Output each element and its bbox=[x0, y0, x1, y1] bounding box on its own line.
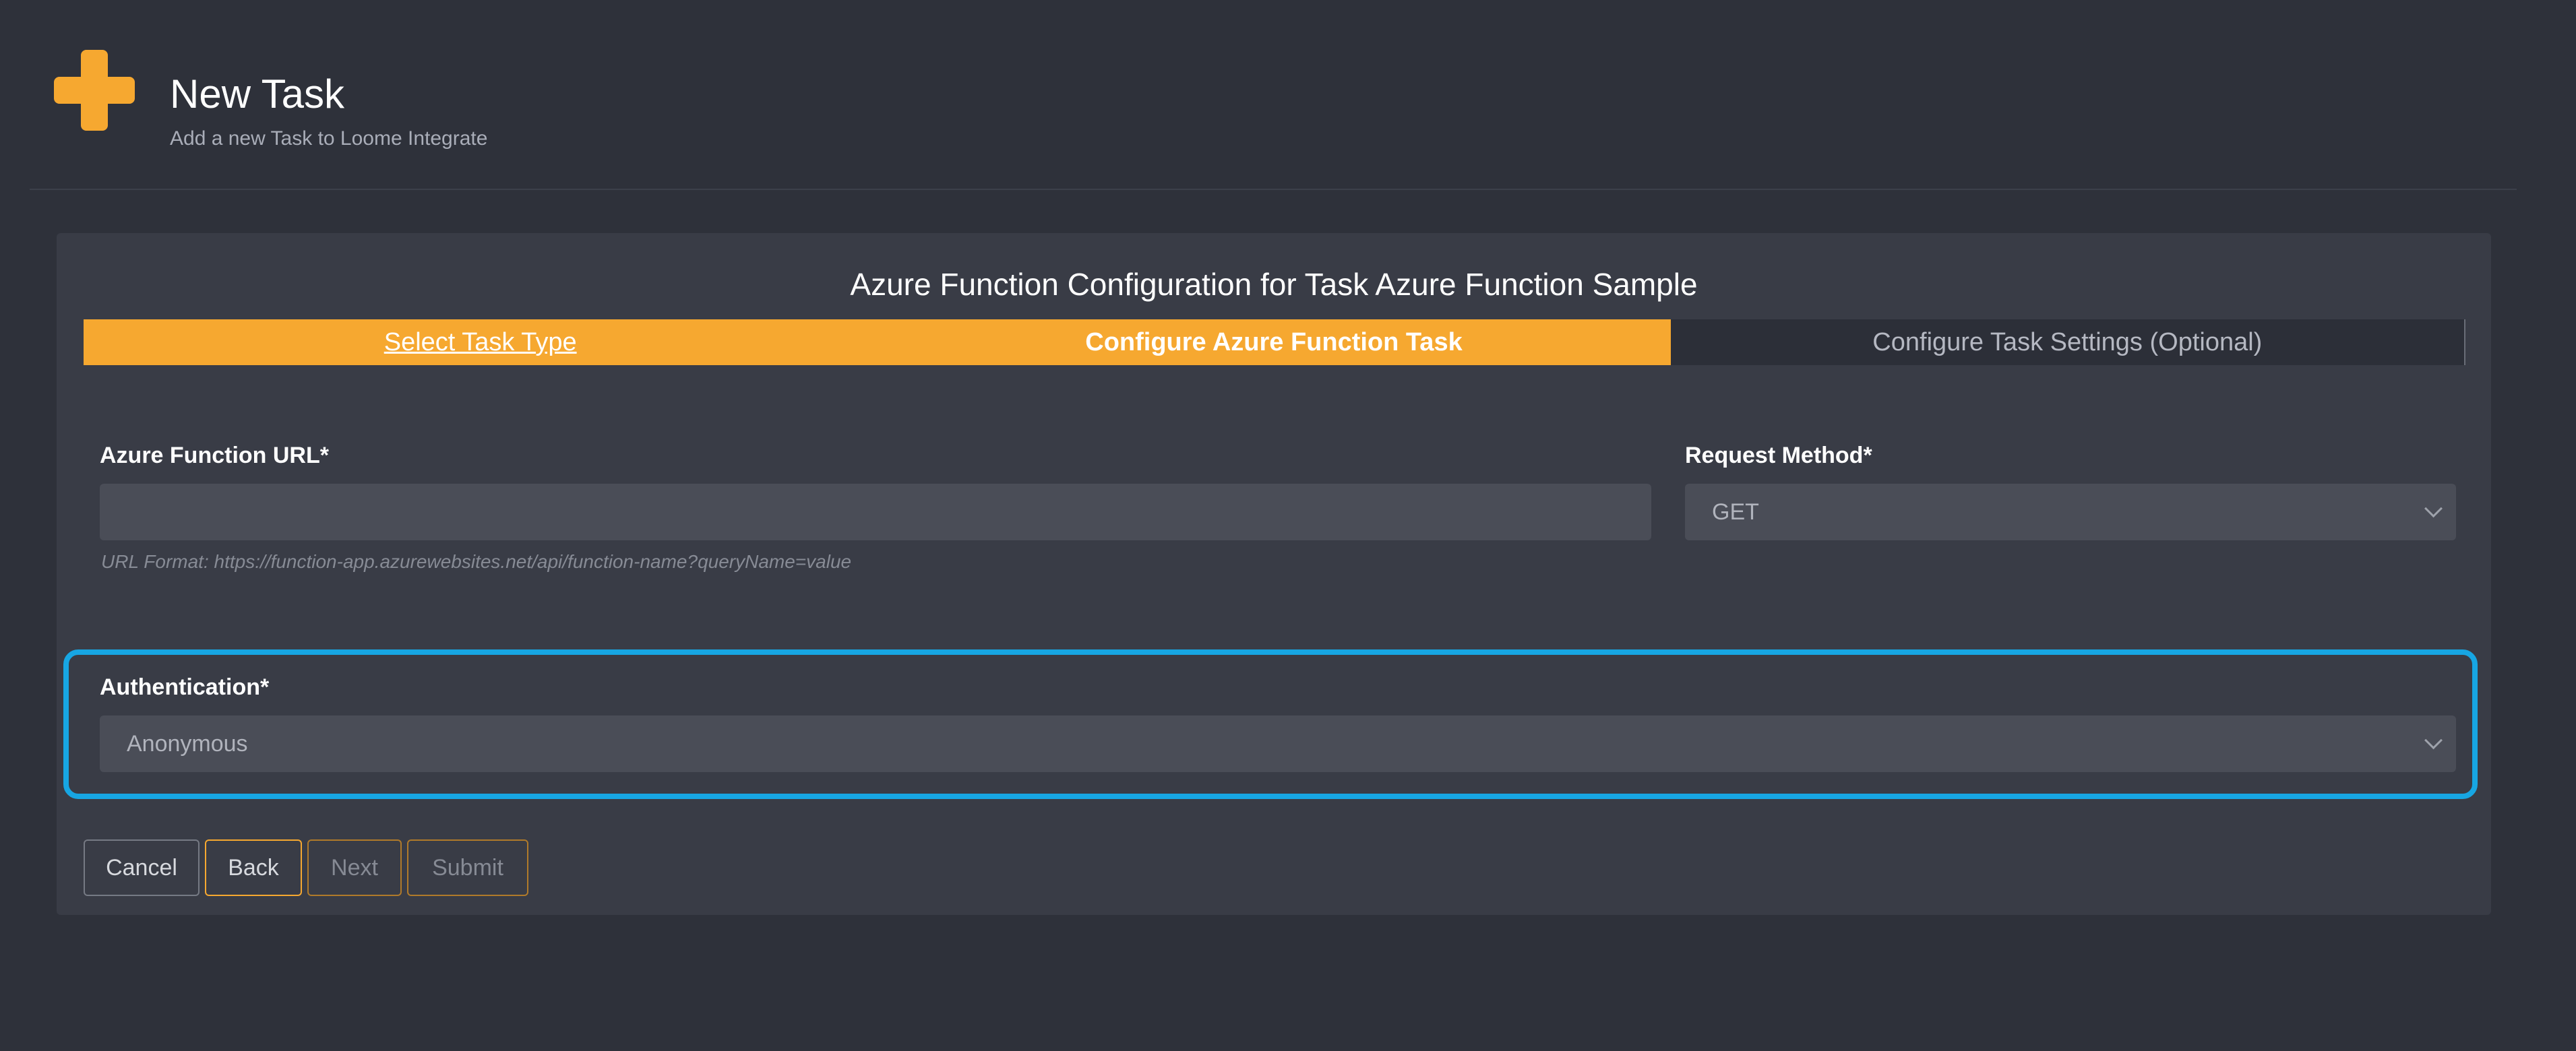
chevron-down-icon bbox=[2424, 730, 2443, 749]
azure-function-url-input[interactable] bbox=[100, 484, 1651, 540]
cancel-button[interactable]: Cancel bbox=[84, 839, 200, 896]
new-task-page: New Task Add a new Task to Loome Integra… bbox=[0, 0, 2576, 1051]
step-select-task-type[interactable]: Select Task Type bbox=[84, 319, 878, 365]
header-divider bbox=[30, 189, 2517, 190]
authentication-select[interactable]: Anonymous bbox=[100, 715, 2456, 772]
chevron-down-icon bbox=[2424, 499, 2443, 517]
azure-function-url-label: Azure Function URL* bbox=[100, 443, 329, 468]
step-configure-task-settings: Configure Task Settings (Optional) bbox=[1670, 319, 2465, 365]
submit-button[interactable]: Submit bbox=[407, 839, 528, 896]
request-method-value: GET bbox=[1712, 499, 1759, 525]
page-title: New Task bbox=[170, 71, 344, 117]
authentication-value: Anonymous bbox=[127, 730, 248, 757]
wizard-steps: Select Task Type Configure Azure Functio… bbox=[84, 319, 2465, 365]
card-title: Azure Function Configuration for Task Az… bbox=[850, 267, 1698, 302]
plus-icon bbox=[54, 50, 135, 131]
authentication-label: Authentication* bbox=[100, 674, 270, 700]
request-method-select[interactable]: GET bbox=[1685, 484, 2456, 540]
step-configure-azure-function-task: Configure Azure Function Task bbox=[877, 319, 1671, 365]
back-button[interactable]: Back bbox=[205, 839, 302, 896]
request-method-label: Request Method* bbox=[1685, 443, 1872, 468]
task-config-card: Azure Function Configuration for Task Az… bbox=[57, 233, 2491, 915]
next-button[interactable]: Next bbox=[307, 839, 402, 896]
page-subtitle: Add a new Task to Loome Integrate bbox=[170, 127, 488, 150]
url-format-hint: URL Format: https://function-app.azurewe… bbox=[101, 551, 852, 572]
